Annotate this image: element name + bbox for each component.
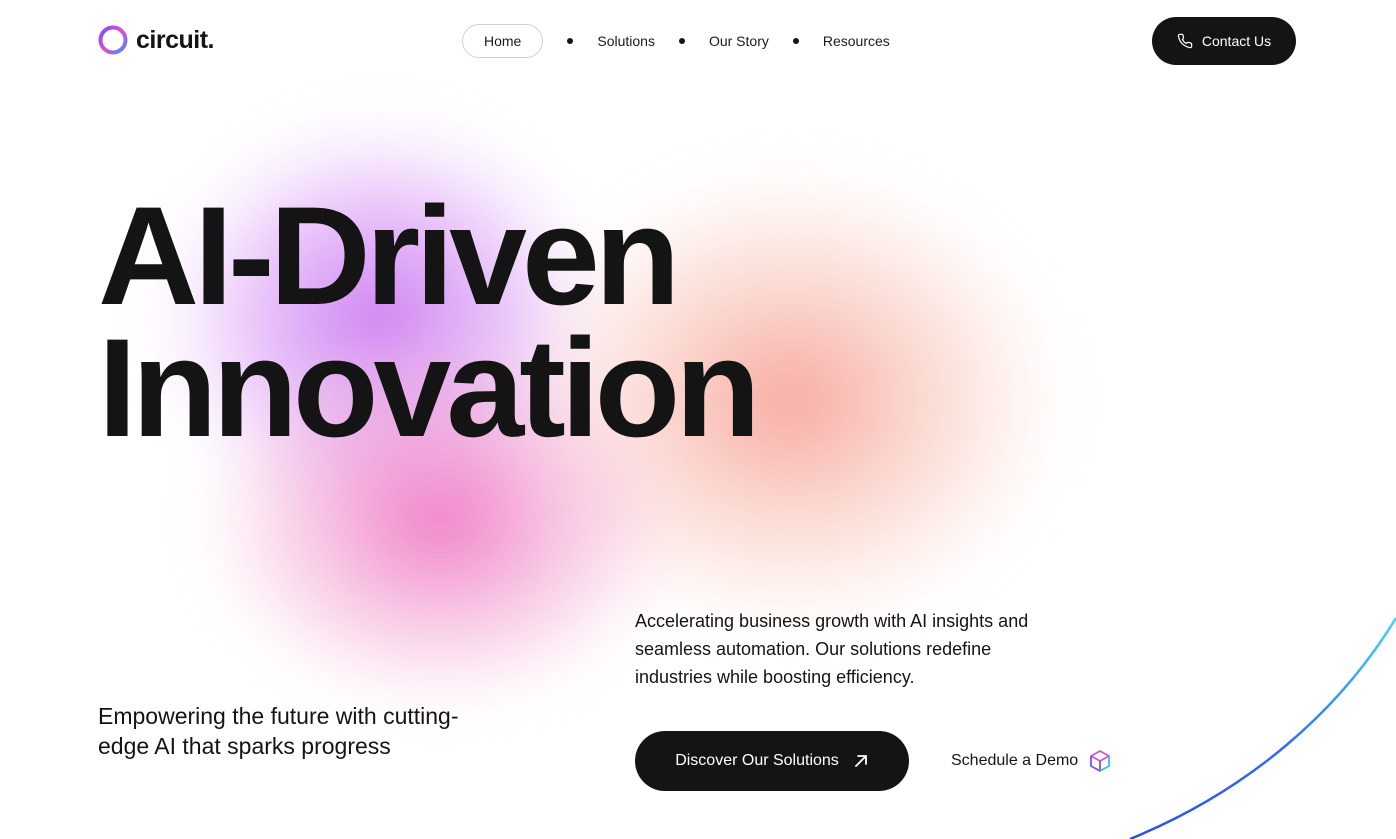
cube-icon: [1090, 750, 1111, 772]
hero-title-line-2: Innovation: [98, 309, 761, 466]
nav-separator-dot: [678, 38, 685, 44]
hero-description: Accelerating business growth with AI ins…: [635, 611, 1029, 687]
brand-logo[interactable]: circuit.: [98, 25, 214, 55]
brand-name: circuit.: [136, 25, 214, 54]
schedule-demo-link[interactable]: Schedule a Demo: [951, 746, 1112, 776]
phone-icon: [1177, 33, 1193, 49]
hero-title: AI-Driven Innovation: [98, 177, 761, 466]
ring-logo-icon: [98, 25, 128, 55]
hero-tagline: Empowering the future with cutting-edge …: [98, 703, 459, 759]
nav-separator-dot: [567, 38, 574, 44]
contact-us-button[interactable]: Contact Us: [1152, 17, 1296, 65]
discover-solutions-label: Discover Our Solutions: [675, 752, 839, 769]
decorative-curve: [1129, 617, 1396, 839]
nav-separator-dot: [792, 38, 799, 44]
contact-us-label: Contact Us: [1201, 33, 1272, 49]
landing-page: circuit. Home Solutions Our Story Resour…: [0, 0, 1396, 839]
discover-solutions-button[interactable]: Discover Our Solutions: [635, 731, 909, 791]
nav-item-solutions[interactable]: Solutions: [597, 33, 655, 49]
hero-title-line-1: AI-Driven: [98, 177, 680, 334]
nav-item-our-story[interactable]: Our Story: [709, 33, 769, 49]
arrow-up-right-icon: [854, 755, 867, 767]
nav-item-home[interactable]: Home: [462, 24, 544, 58]
schedule-demo-label: Schedule a Demo: [951, 752, 1079, 769]
main-nav: Home Solutions Our Story Resources: [462, 24, 890, 58]
nav-item-resources[interactable]: Resources: [823, 33, 890, 49]
